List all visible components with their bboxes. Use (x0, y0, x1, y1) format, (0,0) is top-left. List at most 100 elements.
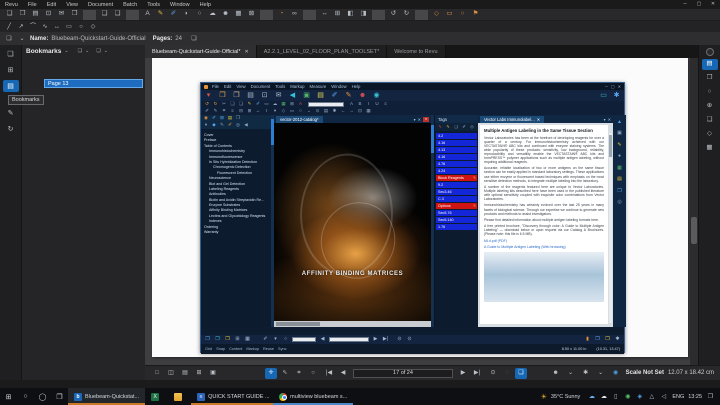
menu-item[interactable]: Document (83, 2, 118, 8)
callout-tool-icon[interactable]: ◗ (180, 10, 193, 20)
stamp-tool-icon[interactable]: ☻ (219, 10, 232, 20)
document-tab[interactable]: Welcome to Revu ✕ (387, 45, 446, 58)
new-page-icon[interactable]: ❏ (189, 36, 199, 42)
snapshot-tool-icon[interactable]: ⊠ (245, 10, 258, 20)
separator[interactable] (372, 9, 385, 20)
layers-panel-icon[interactable]: ⊞ (3, 64, 19, 76)
highlighter-tool-icon[interactable]: ✎ (154, 10, 167, 20)
sync-panel-icon[interactable]: ↻ (3, 123, 19, 135)
rectangle-tool-icon[interactable]: ▭ (63, 22, 75, 31)
menu-item[interactable]: File (23, 2, 42, 8)
chevron-down-icon[interactable]: ⌄ (565, 368, 577, 379)
network-icon[interactable]: △ (647, 394, 656, 400)
select-tool-icon[interactable]: ⇖ (279, 368, 291, 379)
email-icon[interactable]: ✉ (55, 10, 68, 20)
notification-icon[interactable]: ❒ (706, 394, 715, 400)
search-panel-icon[interactable]: ○ (702, 87, 718, 98)
polyline-tool-icon[interactable]: ∿ (39, 22, 51, 31)
fit-width-icon[interactable]: ↔ (318, 10, 331, 20)
menu-item[interactable]: Window (165, 2, 195, 8)
defender-icon[interactable]: ◉ (623, 394, 632, 400)
continuous-view-icon[interactable]: ▤ (179, 368, 191, 379)
menu-item[interactable]: Edit (42, 2, 61, 8)
minimize-button[interactable]: ─ (678, 0, 692, 9)
prev-page-icon[interactable]: ◀ (337, 368, 349, 379)
task-view-button[interactable]: ❐ (51, 388, 68, 405)
separator[interactable] (126, 9, 139, 20)
taskbar-app-button[interactable] (145, 388, 168, 405)
page-label-icon[interactable]: ❏ (515, 367, 527, 379)
compare-left-icon[interactable]: ◧ (344, 10, 357, 20)
split-view-icon[interactable]: ⊞ (193, 368, 205, 379)
snapshot-tool-icon[interactable]: ⌗ (293, 368, 305, 379)
profile-icon[interactable]: ☻ (550, 368, 562, 379)
cortana-button[interactable]: ◯ (34, 388, 51, 405)
add-bookmark-icon[interactable]: ❏ (78, 49, 82, 54)
flag-icon[interactable]: ⚑ (469, 10, 482, 20)
chevron-down-icon[interactable]: ⌄ (104, 49, 108, 54)
rotate-ccw-icon[interactable]: ↺ (387, 10, 400, 20)
onedrive-icon[interactable]: ☁ (587, 394, 596, 400)
layers-panel-icon[interactable]: ❏ (702, 115, 718, 126)
arrow-tool-icon[interactable]: ↗ (15, 22, 27, 31)
separator[interactable] (303, 9, 316, 20)
paste-page-icon[interactable]: ❏ (111, 10, 124, 20)
image-tool-icon[interactable]: ▦ (232, 10, 245, 20)
taskbar-app-button[interactable]: QUICK START GUIDE ... (191, 388, 273, 405)
page-number-field[interactable]: 17 of 24 (353, 368, 453, 378)
menu-item[interactable]: Tools (142, 2, 165, 8)
status-settings-icon[interactable]: ✱ (580, 368, 592, 379)
previous-view-icon[interactable]: ⊙ (487, 368, 499, 379)
first-page-icon[interactable]: |◀ (323, 368, 335, 379)
sketch-rectangle-icon[interactable]: ▭ (443, 10, 456, 20)
chevron-down-icon[interactable]: ⌄ (64, 49, 68, 54)
tab-close-icon[interactable]: ✕ (245, 49, 249, 55)
revu-logo-icon[interactable]: ◉ (610, 368, 622, 379)
spaces-panel-icon[interactable]: ◇ (702, 129, 718, 140)
zoom-tool-icon[interactable]: ○ (307, 368, 319, 379)
rotate-cw-icon[interactable]: ↻ (400, 10, 413, 20)
dimension-tool-icon[interactable]: ↔ (51, 22, 63, 31)
facing-pages-view-icon[interactable]: ◫ (165, 368, 177, 379)
ellipse-tool-icon[interactable]: ○ (75, 22, 87, 31)
copy-page-icon[interactable]: ❑ (98, 10, 111, 20)
compare-right-icon[interactable]: ◨ (357, 10, 370, 20)
chevron-down-icon[interactable]: ⌄ (17, 36, 27, 42)
clock[interactable]: 13:25 (688, 394, 702, 400)
volume-icon[interactable]: ◁ (659, 394, 668, 400)
maximize-button[interactable]: ▢ (692, 0, 706, 9)
bookmark-item[interactable]: Page 13 (44, 79, 143, 88)
bookmark-options-icon[interactable]: ❏ (96, 49, 100, 54)
sketch-ellipse-icon[interactable]: ○ (456, 10, 469, 20)
properties-panel-icon[interactable]: ▤ (701, 59, 718, 70)
pen-tool-icon[interactable]: ✐ (167, 10, 180, 20)
new-document-icon[interactable]: ❏ (3, 10, 16, 20)
taskbar-app-button[interactable] (168, 388, 191, 405)
fit-page-icon[interactable]: ⊞ (331, 10, 344, 20)
scale-status[interactable]: Scale Not Set (626, 370, 664, 376)
markups-panel-icon[interactable]: ❒ (702, 73, 718, 84)
timer-icon[interactable]: ◔ (275, 10, 288, 20)
thumbnails-panel-icon[interactable]: ❏ (3, 48, 19, 60)
forms-panel-icon[interactable]: ▦ (702, 143, 718, 154)
update-icon[interactable]: ◈ (635, 394, 644, 400)
document-scrollbar[interactable] (690, 58, 698, 365)
close-button[interactable]: ✕ (706, 0, 720, 9)
pan-tool-icon[interactable]: ✛ (265, 367, 277, 379)
chevron-down-icon[interactable]: ⌄ (85, 49, 89, 54)
single-page-view-icon[interactable]: □ (151, 368, 163, 379)
cloud-sync-icon[interactable]: ☁ (599, 394, 608, 400)
links-panel-icon[interactable]: ⊕ (702, 101, 718, 112)
print-icon[interactable]: ⊡ (42, 10, 55, 20)
weather-text[interactable]: 35°C Sunny (551, 394, 580, 400)
menu-item[interactable]: Batch (118, 2, 142, 8)
link-icon[interactable]: ∞ (288, 10, 301, 20)
separator[interactable] (83, 9, 96, 20)
save-icon[interactable]: ▤ (29, 10, 42, 20)
line-tool-icon[interactable]: ╱ (3, 22, 15, 31)
language-indicator[interactable]: ENG (672, 394, 684, 400)
polygon-tool-icon[interactable]: ◇ (87, 22, 99, 31)
document-scroll-thumb[interactable] (691, 217, 697, 244)
your-phone-icon[interactable]: ▯ (611, 394, 620, 400)
document-tab[interactable]: Bluebeam-Quickstart-Guide-Official* ✕ (145, 45, 257, 58)
